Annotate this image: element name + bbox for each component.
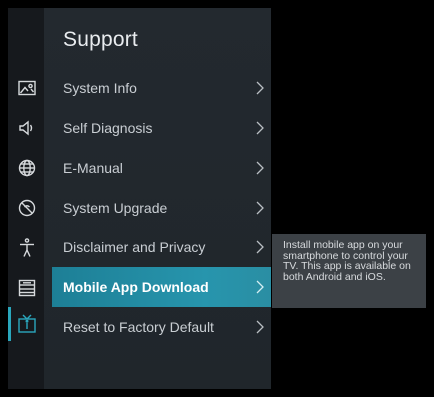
menu-item-label: E-Manual [63,160,123,176]
menu-item-e-manual[interactable]: E-Manual [52,148,271,188]
menu-item-system-upgrade[interactable]: System Upgrade [52,188,271,228]
menu-item-label: System Info [63,80,137,96]
chevron-right-icon [256,280,264,294]
chevron-right-icon [256,81,264,95]
picture-settings-icon[interactable] [17,78,37,98]
rail-active-indicator [8,307,11,341]
menu-title: Support [63,28,138,51]
menu-item-self-diagnosis[interactable]: Self Diagnosis [52,108,271,148]
menu-item-label: Self Diagnosis [63,120,153,136]
menu-item-label: Disclaimer and Privacy [63,239,206,255]
chevron-right-icon [256,121,264,135]
menu-item-label: System Upgrade [63,200,168,216]
menu-item-mobile-app-download[interactable]: Mobile App Download [52,267,271,307]
chevron-right-icon [256,161,264,175]
accessibility-icon[interactable] [17,238,37,258]
list-icon[interactable] [17,278,37,298]
menu-item-label: Mobile App Download [63,279,209,295]
menu-item-reset-factory-default[interactable]: Reset to Factory Default [52,307,271,347]
globe-icon[interactable] [17,158,37,178]
chevron-right-icon [256,240,264,254]
help-tooltip: Install mobile app on your smartphone to… [272,234,426,308]
menu-item-disclaimer-privacy[interactable]: Disclaimer and Privacy [52,227,271,267]
tv-support-icon[interactable] [17,314,37,334]
chevron-right-icon [256,320,264,334]
menu-item-system-info[interactable]: System Info [52,68,271,108]
menu-item-label: Reset to Factory Default [63,319,214,335]
tooltip-text: Install mobile app on your smartphone to… [283,239,411,283]
speaker-icon[interactable] [17,118,37,138]
chevron-right-icon [256,201,264,215]
no-signal-icon[interactable] [17,198,37,218]
